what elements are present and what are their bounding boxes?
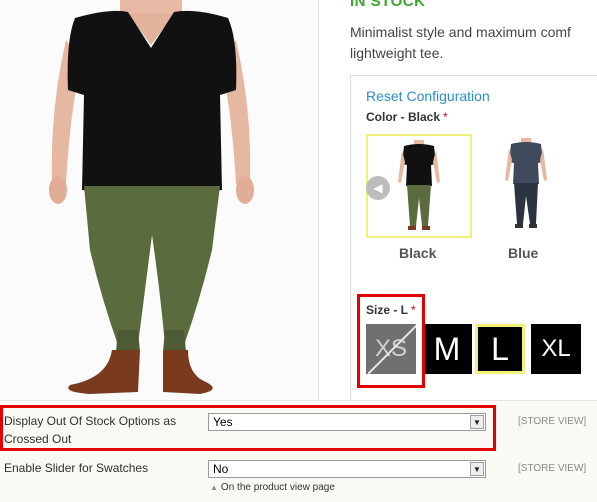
scope-label: [STORE VIEW] [518,463,587,474]
stock-status: IN STOCK [350,0,426,10]
dropdown-arrow-icon[interactable]: ▼ [470,415,484,429]
option-note-text: On the product view page [220,482,335,493]
option-note: ▲ On the product view page [210,482,335,493]
required-mark: * [411,303,416,317]
product-image [0,0,318,400]
description-line: lightweight tee. [350,45,444,61]
size-label: Size - L * [366,303,416,317]
select-value: No [213,462,229,476]
scope-label: [STORE VIEW] [518,416,587,427]
option-label-slider: Enable Slider for Swatches [4,461,149,475]
chevron-left-icon[interactable]: ◀ [366,176,390,200]
required-mark: * [443,110,448,124]
slider-select[interactable]: No ▼ [208,460,486,478]
option-label-crossed-out: Display Out Of Stock Options as Crossed … [4,414,177,446]
color-swatch-label: Blue [508,245,539,261]
size-option-xs[interactable]: XS [366,324,416,374]
color-swatch-blue[interactable] [490,134,562,238]
color-swatch-label: Black [399,245,437,261]
size-option-l[interactable]: L [475,324,525,374]
crossed-out-select[interactable]: Yes ▼ [208,413,486,431]
size-option-m[interactable]: M [422,324,472,374]
color-label: Color - Black * [366,110,448,124]
size-option-xl[interactable]: XL [531,324,581,374]
color-label-text: Color - Black [366,110,441,124]
reset-configuration-link[interactable]: Reset Configuration [366,88,490,104]
triangle-up-icon: ▲ [210,483,218,492]
description-line: Minimalist style and maximum comf [350,24,571,40]
product-description: Minimalist style and maximum comf lightw… [350,22,597,64]
select-value: Yes [213,415,233,429]
image-divider [318,0,319,400]
size-label-text: Size - L [366,303,409,317]
dropdown-arrow-icon[interactable]: ▼ [470,462,484,476]
